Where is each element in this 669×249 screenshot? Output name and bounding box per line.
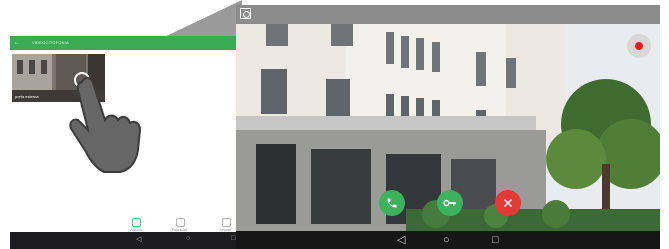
mini-app-title: VIDEOCITOFONIA	[32, 40, 69, 45]
thumbnail-label: porta esterna	[15, 94, 39, 99]
mini-tab-video[interactable]: Videocit.	[123, 218, 149, 232]
recents-icon[interactable]: □	[231, 235, 235, 242]
mini-tab-photos[interactable]: Foto scatt.	[167, 218, 193, 232]
record-icon	[635, 42, 643, 50]
rotate-icon[interactable]	[240, 8, 251, 19]
status-bar	[236, 5, 660, 24]
call-button[interactable]	[379, 190, 405, 216]
back-icon[interactable]: ◁	[397, 234, 405, 246]
record-button[interactable]	[627, 34, 651, 58]
back-icon[interactable]: ◁	[136, 235, 141, 243]
arrow-left-icon[interactable]: ←	[14, 36, 20, 50]
photo-icon	[175, 218, 185, 227]
mini-app-header: ← VIDEOCITOFONIA	[10, 36, 242, 50]
video-icon	[131, 218, 141, 227]
home-icon[interactable]: ○	[443, 234, 450, 246]
settings-icon	[221, 218, 231, 227]
key-icon	[443, 199, 456, 207]
mini-nav-bar: ◁ ○ □	[10, 232, 242, 249]
home-icon[interactable]: ○	[186, 235, 190, 242]
phone-icon	[387, 198, 397, 208]
open-door-button[interactable]	[437, 190, 463, 216]
hand-pointer-icon	[69, 77, 142, 173]
close-icon	[503, 198, 513, 208]
recents-icon[interactable]: □	[492, 234, 499, 246]
hangup-button[interactable]	[495, 190, 521, 216]
